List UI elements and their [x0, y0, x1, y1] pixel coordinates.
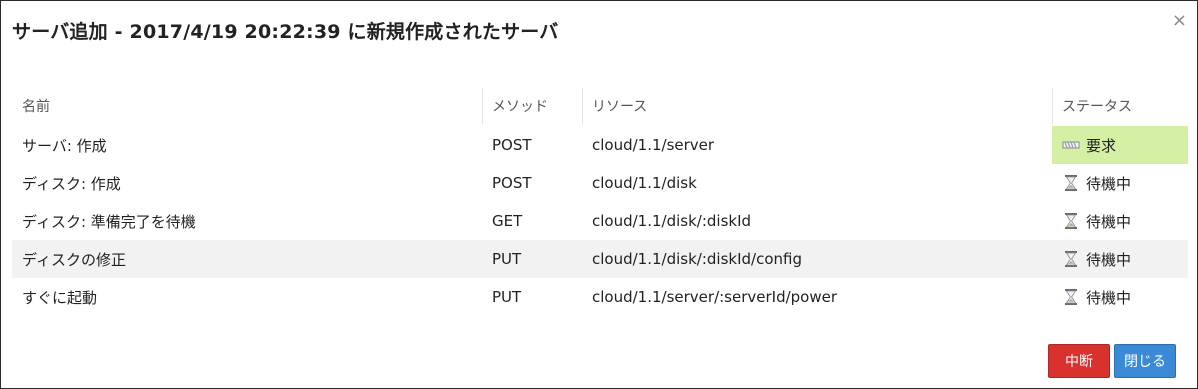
table-row: サーバ: 作成 POST cloud/1.1/server 要求 — [12, 126, 1188, 164]
status-label: 待機中 — [1086, 174, 1132, 193]
row-method: PUT — [492, 288, 522, 306]
row-method: GET — [492, 212, 523, 230]
hourglass-icon — [1062, 250, 1080, 268]
hourglass-icon — [1062, 212, 1080, 230]
table-header: 名前 メソッド リソース ステータス — [12, 86, 1188, 126]
header-method: メソッド — [492, 99, 548, 115]
column-divider — [582, 88, 583, 124]
row-name: サーバ: 作成 — [22, 136, 107, 155]
row-status: 待機中 — [1052, 240, 1188, 278]
row-name: ディスク: 作成 — [22, 174, 121, 193]
hourglass-icon — [1062, 288, 1080, 306]
row-resource: cloud/1.1/disk — [592, 174, 697, 192]
row-resource: cloud/1.1/server/:serverId/power — [592, 288, 838, 306]
row-method: POST — [492, 174, 532, 192]
close-icon[interactable]: × — [1172, 11, 1187, 31]
row-name: ディスク: 準備完了を待機 — [22, 212, 196, 231]
table-row: ディスク: 準備完了を待機 GET cloud/1.1/disk/:diskId… — [12, 202, 1188, 240]
row-status: 要求 — [1052, 126, 1188, 164]
row-status: 待機中 — [1052, 202, 1188, 240]
row-method: PUT — [492, 250, 522, 268]
server-add-dialog: サーバ追加 - 2017/4/19 20:22:39 に新規作成されたサーバ ×… — [0, 0, 1198, 389]
row-status: 待機中 — [1052, 164, 1188, 202]
row-name: すぐに起動 — [22, 288, 98, 307]
column-divider — [482, 88, 483, 124]
row-method: POST — [492, 136, 532, 154]
row-resource: cloud/1.1/disk/:diskId/config — [592, 250, 802, 268]
row-status: 待機中 — [1052, 278, 1188, 316]
hourglass-icon — [1062, 174, 1080, 192]
status-label: 要求 — [1086, 136, 1117, 155]
row-resource: cloud/1.1/disk/:diskId — [592, 212, 752, 230]
table-row: すぐに起動 PUT cloud/1.1/server/:serverId/pow… — [12, 278, 1188, 316]
request-table: 名前 メソッド リソース ステータス サーバ: 作成 POST cloud/1.… — [12, 86, 1188, 316]
status-label: 待機中 — [1086, 288, 1132, 307]
abort-button[interactable]: 中断 — [1048, 344, 1110, 378]
dialog-title: サーバ追加 - 2017/4/19 20:22:39 に新規作成されたサーバ — [12, 21, 559, 43]
status-label: 待機中 — [1086, 212, 1132, 231]
header-resource: リソース — [592, 99, 648, 115]
row-name: ディスクの修正 — [22, 250, 126, 269]
header-status: ステータス — [1062, 99, 1132, 115]
close-button[interactable]: 閉じる — [1114, 344, 1176, 378]
requesting-icon — [1062, 136, 1080, 154]
table-row: ディスクの修正 PUT cloud/1.1/disk/:diskId/confi… — [12, 240, 1188, 278]
row-resource: cloud/1.1/server — [592, 136, 715, 154]
table-row: ディスク: 作成 POST cloud/1.1/disk 待機中 — [12, 164, 1188, 202]
header-name: 名前 — [22, 99, 50, 115]
status-label: 待機中 — [1086, 250, 1132, 269]
